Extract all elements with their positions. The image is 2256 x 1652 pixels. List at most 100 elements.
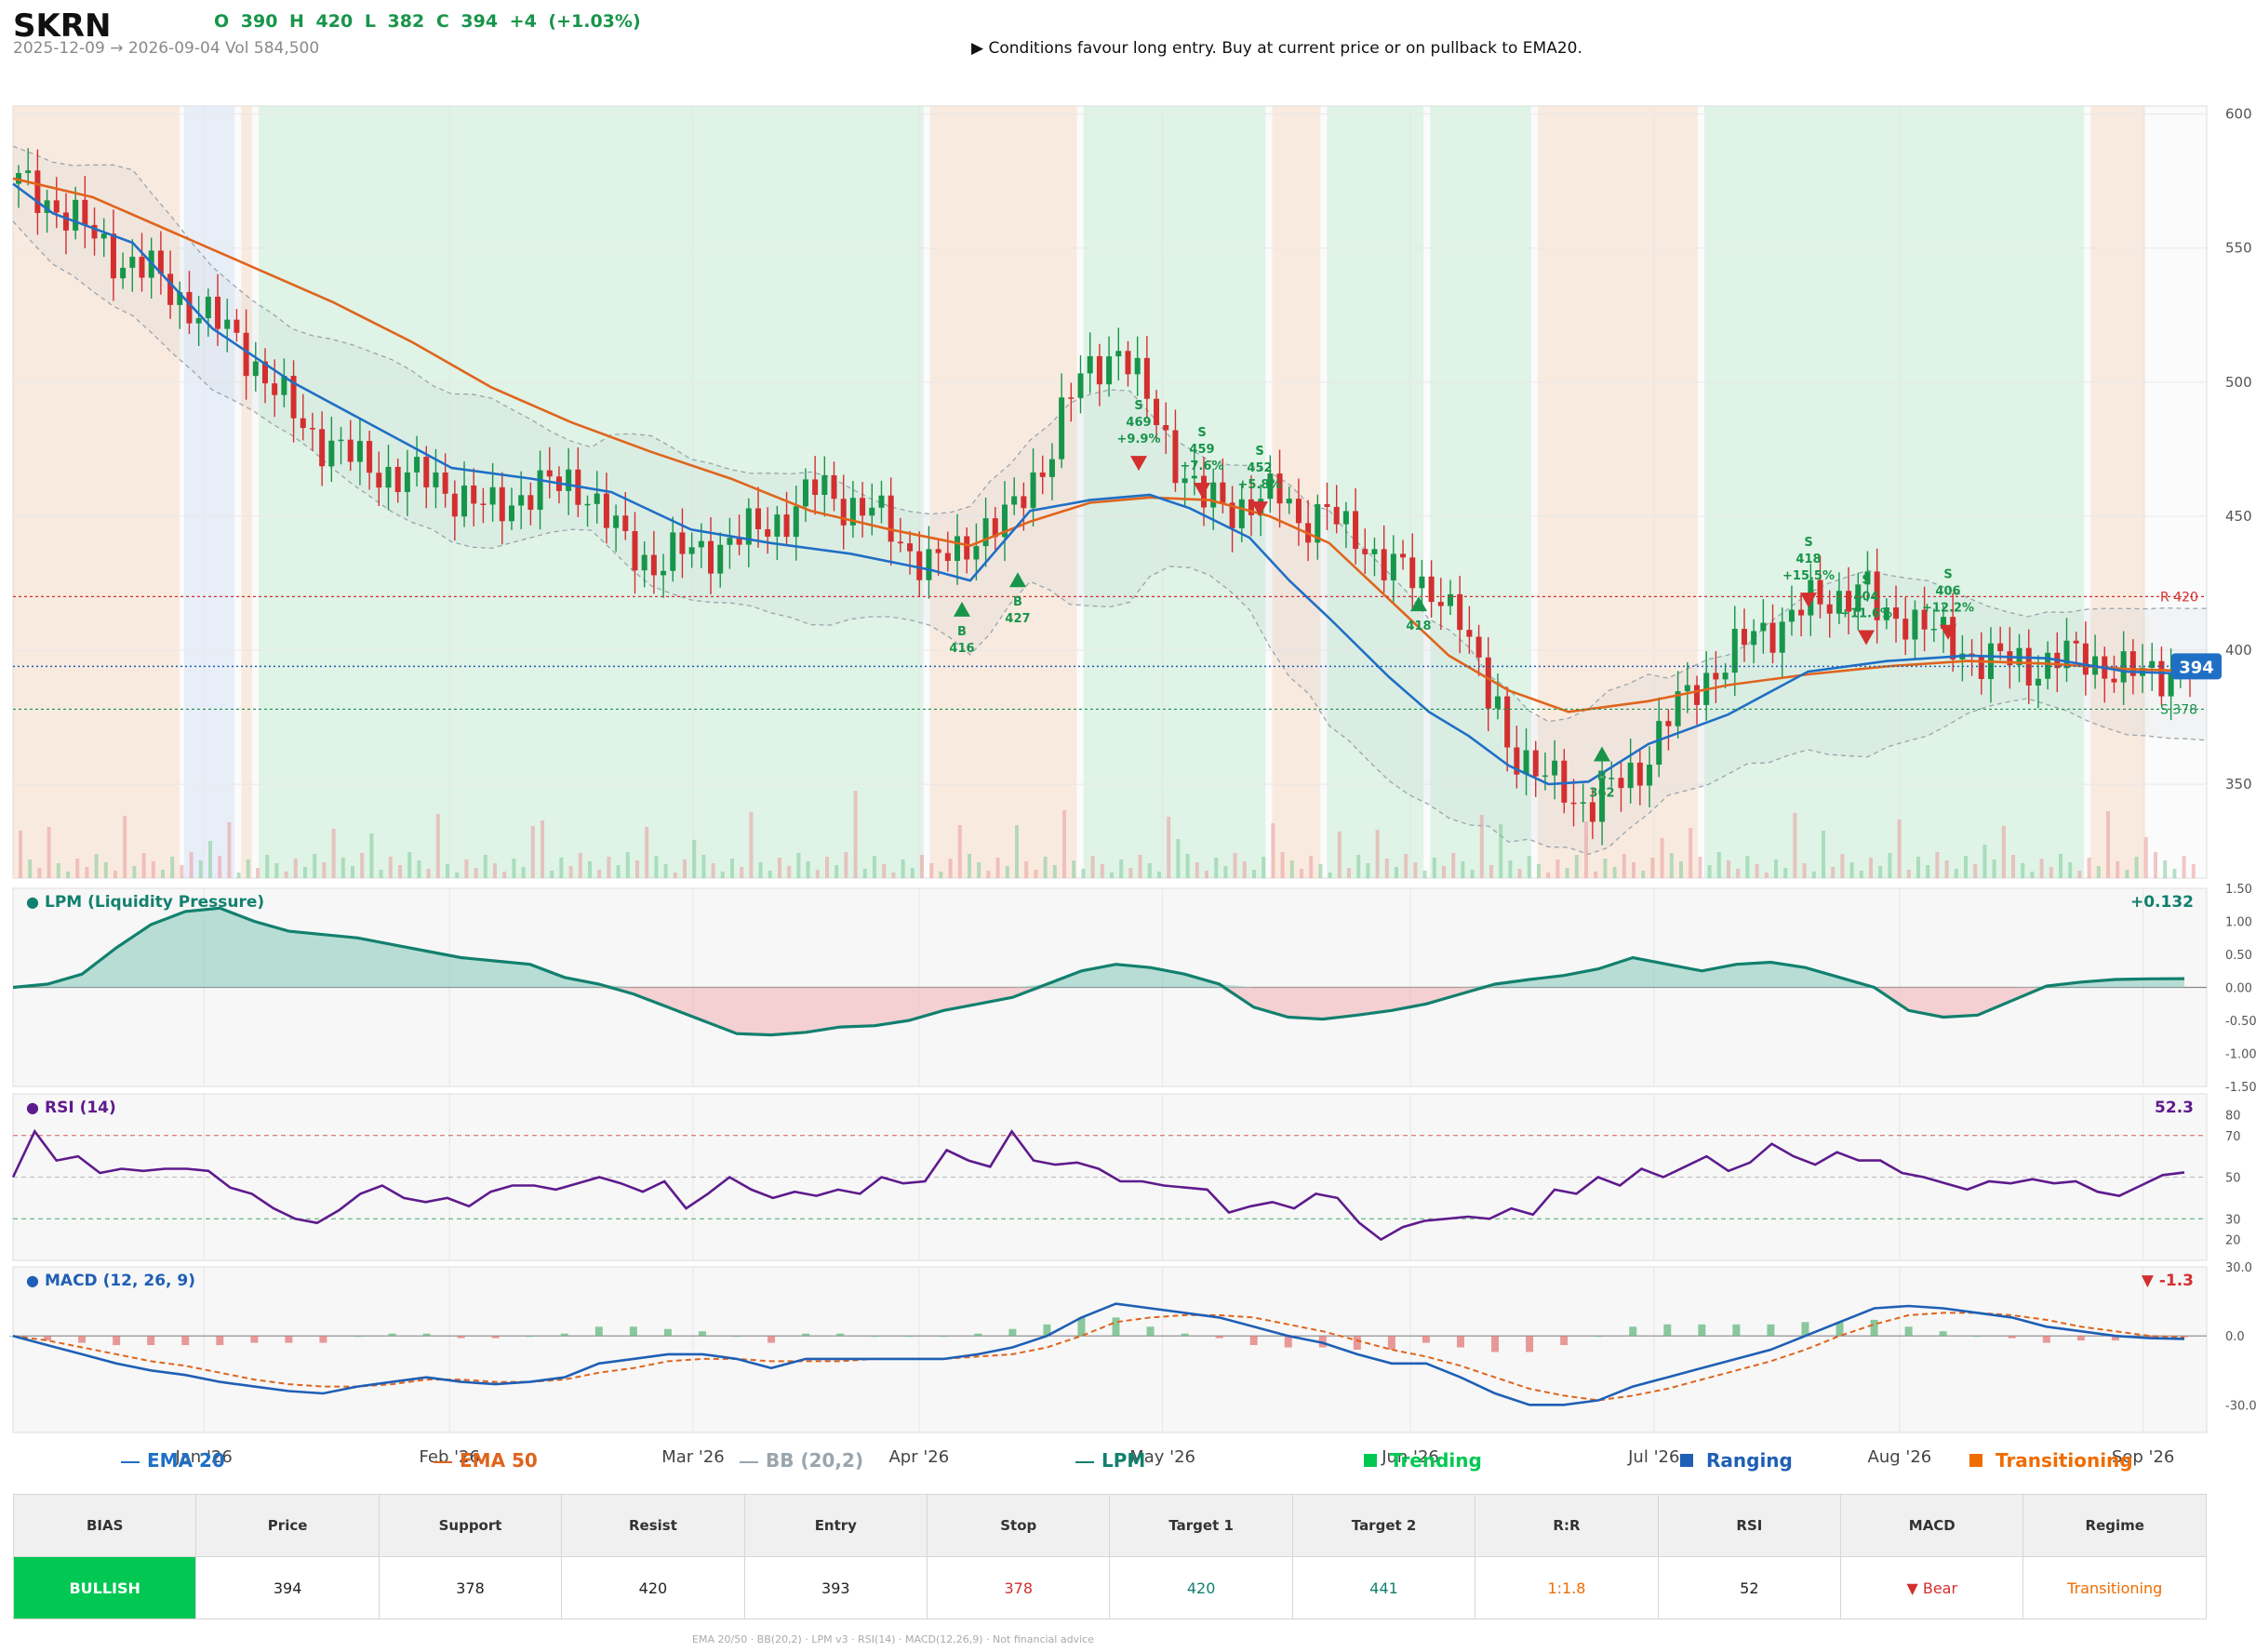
volume-bar (1128, 868, 1133, 878)
price-y-tick-label: 400 (2225, 642, 2252, 659)
summary-value-cell: 420 (561, 1556, 745, 1619)
candle-body (1930, 629, 1937, 631)
candle-body (1798, 609, 1805, 616)
summary-header-row: BIAS Price Support Resist Entry Stop Target 1T… (12, 1494, 2207, 1557)
macd-histogram-bar (1732, 1324, 1741, 1337)
summary-value-cell: 378 (378, 1556, 563, 1619)
signal-label: S (1862, 574, 1870, 588)
chart-canvas[interactable]: Jan '26 Feb '26 Mar '26 Apr '26 May '26 Jun '… (0, 0, 2256, 1488)
macd-histogram-bar (1491, 1336, 1500, 1352)
macd-histogram-bar (1595, 1336, 1603, 1338)
volume-bar (1176, 839, 1181, 878)
volume-bar (2011, 855, 2015, 878)
summary-header-cell: Target 1 (1109, 1494, 1293, 1557)
volume-bar (2191, 864, 2196, 878)
volume-bar (2116, 861, 2120, 878)
candle-body (1817, 580, 1823, 605)
summary-value-cell: 441 (1291, 1556, 1476, 1619)
volume-bar (1479, 815, 1484, 878)
candle-body (1788, 609, 1795, 622)
candle-body (186, 291, 193, 324)
candle-body (1039, 472, 1046, 477)
candle-body (754, 508, 761, 529)
volume-bar (1793, 813, 1797, 878)
volume-bar (303, 867, 307, 878)
candle-body (840, 499, 847, 526)
volume-bar (1271, 823, 1275, 878)
volume-bar (521, 867, 526, 878)
candle-body (1106, 356, 1113, 385)
volume-bar (901, 859, 905, 878)
macd-histogram-bar (733, 1336, 741, 1338)
volume-bar (1024, 861, 1029, 878)
volume-bar (1849, 862, 1854, 878)
volume-bar (464, 859, 469, 878)
volume-bar (607, 857, 611, 878)
candle-body (670, 532, 676, 571)
candle-body (1048, 459, 1055, 477)
volume-bar (189, 852, 194, 878)
x-tick-label: Jul '26 (1627, 1447, 1679, 1467)
lpm-y-tick-label: 0.00 (2225, 982, 2252, 996)
volume-bar (1565, 868, 1569, 878)
volume-bar (1081, 869, 1086, 878)
volume-bar (512, 859, 516, 878)
candle-body (765, 528, 771, 537)
candle-body (537, 470, 543, 511)
volume-bar (1973, 864, 1978, 878)
volume-bar (1698, 857, 1702, 878)
candle-body (1589, 802, 1595, 822)
volume-bar (483, 855, 487, 878)
volume-bar (1375, 830, 1380, 878)
macd-histogram-bar (905, 1336, 914, 1338)
candle-body (1011, 496, 1018, 505)
volume-bar (2039, 859, 2044, 878)
volume-bar (977, 862, 981, 878)
candle-body (1656, 721, 1662, 766)
candle-body (73, 199, 79, 231)
volume-bar (1100, 864, 1104, 878)
volume-bar (369, 833, 374, 878)
candle-body (1286, 499, 1292, 504)
volume-bar (1451, 853, 1456, 878)
legend-square-swatch (1680, 1454, 1693, 1467)
candle-body (793, 506, 799, 538)
candle-body (869, 507, 875, 516)
volume-bar (2172, 869, 2177, 878)
candle-body (1324, 504, 1330, 507)
macd-histogram-bar (1904, 1326, 1913, 1337)
candle-body (1722, 673, 1729, 680)
candle-body (935, 549, 941, 553)
candle-body (1769, 622, 1776, 653)
candle-body (195, 318, 202, 324)
volume-bar (1167, 817, 1171, 878)
volume-bar (274, 863, 279, 878)
signal-label: 362 (1589, 787, 1614, 801)
volume-bar (1300, 869, 1303, 878)
volume-bar (787, 866, 792, 878)
volume-bar (957, 825, 962, 878)
candle-body (926, 549, 932, 580)
candle-body (215, 296, 221, 329)
candle-body (451, 493, 458, 517)
volume-bar (94, 854, 99, 878)
volume-bar (1404, 854, 1408, 878)
candle-body (356, 441, 363, 462)
signal-label: 418 (1406, 620, 1431, 633)
macd-histogram-bar (1629, 1326, 1637, 1337)
volume-bar (1679, 861, 1683, 878)
volume-bar (1289, 860, 1294, 878)
volume-bar (56, 863, 60, 878)
candle-body (1466, 630, 1473, 637)
volume-bar (2049, 867, 2053, 878)
macd-histogram-bar (1870, 1319, 1878, 1337)
candle-body (1893, 607, 1900, 620)
candle-body (1618, 778, 1624, 789)
summary-value-row: BULLISH 394 378 420 393 378 420 441 1:1.8 52 ▼ Bea… (12, 1556, 2207, 1619)
volume-bar (75, 859, 80, 878)
legend-label: Transitioning (1996, 1449, 2133, 1472)
candle-body (1077, 373, 1084, 398)
volume-bar (1261, 857, 1266, 878)
signal-label: S (1943, 568, 1952, 582)
volume-bar (1034, 870, 1038, 878)
